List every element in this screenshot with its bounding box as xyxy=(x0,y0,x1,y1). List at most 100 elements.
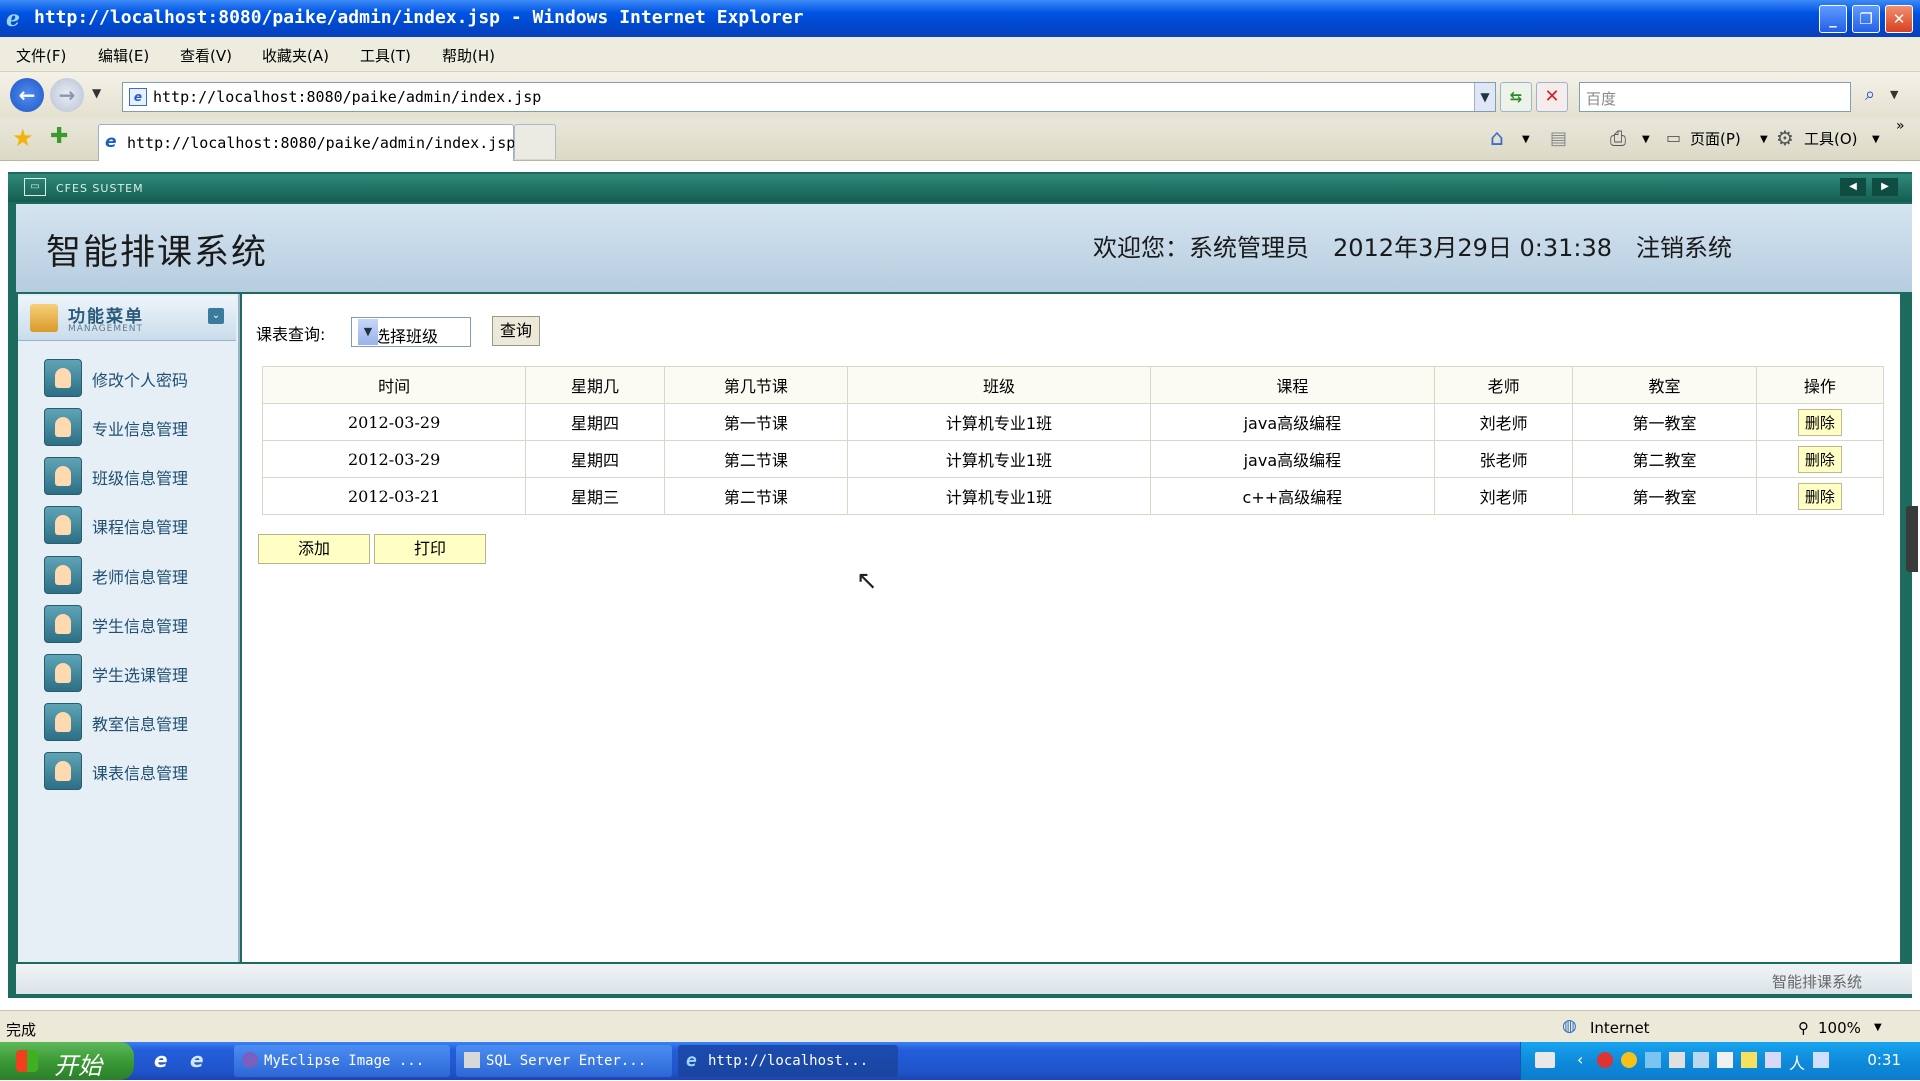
network-icon[interactable] xyxy=(1645,1052,1661,1068)
antivirus-icon[interactable] xyxy=(1597,1052,1613,1068)
cell-teacher: 刘老师 xyxy=(1433,403,1574,441)
ime-icon[interactable] xyxy=(1741,1052,1757,1068)
task-myeclipse[interactable]: MyEclipse Image ... xyxy=(234,1045,450,1077)
cell-time: 2012-03-29 xyxy=(261,440,527,478)
refresh-icon[interactable]: ⇆ xyxy=(1500,82,1532,112)
home-icon[interactable]: ⌂ xyxy=(1490,126,1504,151)
add-button[interactable]: 添加 xyxy=(258,534,370,564)
zoom-dropdown-icon[interactable]: ▼ xyxy=(1874,1022,1882,1033)
gear-icon: ⚙ xyxy=(1776,126,1794,150)
forward-button[interactable]: → xyxy=(50,78,84,112)
tools-menu[interactable]: 工具(O) xyxy=(1804,128,1858,149)
cell-classroom: 第一教室 xyxy=(1572,403,1757,441)
print-icon[interactable]: ⎙ xyxy=(1610,126,1626,150)
search-icon[interactable]: ⌕ xyxy=(1856,84,1884,110)
task-ie[interactable]: e http://localhost... xyxy=(678,1045,898,1077)
address-bar[interactable]: e http://localhost:8080/paike/admin/inde… xyxy=(122,82,1496,112)
minimize-button[interactable]: _ xyxy=(1819,5,1847,33)
print-button[interactable]: 打印 xyxy=(374,534,486,564)
address-dropdown-icon[interactable]: ▼ xyxy=(1474,83,1495,111)
cell-classroom: 第二教室 xyxy=(1572,440,1757,478)
cell-classroom: 第一教室 xyxy=(1572,477,1757,515)
frame-next-icon[interactable]: ▶ xyxy=(1872,178,1898,196)
sidebar-item-classroom[interactable]: 教室信息管理 xyxy=(44,703,234,741)
page-dropdown-icon[interactable]: ▼ xyxy=(1760,134,1768,145)
qq-icon[interactable] xyxy=(1621,1052,1637,1068)
page-menu[interactable]: 页面(P) xyxy=(1690,128,1741,149)
table-row: 2012-03-21 星期三 第二节课 计算机专业1班 c++高级编程 刘老师 … xyxy=(261,477,1885,515)
menu-favorites[interactable]: 收藏夹(A) xyxy=(262,45,329,66)
query-button[interactable]: 查询 xyxy=(492,316,540,346)
home-dropdown-icon[interactable]: ▼ xyxy=(1522,134,1530,145)
cell-action: 删除 xyxy=(1755,440,1885,478)
history-dropdown-icon[interactable]: ▼ xyxy=(92,86,101,100)
menu-view[interactable]: 查看(V) xyxy=(180,45,232,66)
menu-tools[interactable]: 工具(T) xyxy=(360,45,411,66)
notes-icon[interactable] xyxy=(1717,1052,1733,1068)
menu-edit[interactable]: 编辑(E) xyxy=(98,45,149,66)
print-dropdown-icon[interactable]: ▼ xyxy=(1642,134,1650,145)
sidebar-item-schedule[interactable]: 课表信息管理 xyxy=(44,752,234,790)
delete-button[interactable]: 删除 xyxy=(1797,482,1842,510)
person-icon[interactable]: 人 xyxy=(1789,1050,1805,1074)
sidebar-item-major[interactable]: 专业信息管理 xyxy=(44,408,234,446)
table-row: 2012-03-29 星期四 第一节课 计算机专业1班 java高级编程 刘老师… xyxy=(261,403,1885,441)
new-tab-button[interactable] xyxy=(514,124,556,159)
address-input[interactable]: http://localhost:8080/paike/admin/index.… xyxy=(153,88,541,106)
delete-button[interactable]: 删除 xyxy=(1797,445,1842,473)
schedule-table: 时间 星期几 第几节课 班级 课程 老师 教室 操作 2012-03-29 星期… xyxy=(261,366,1885,515)
collapse-icon[interactable]: ⌄ xyxy=(208,308,224,324)
search-options-icon[interactable]: ▼ xyxy=(1890,88,1898,101)
delete-button[interactable]: 删除 xyxy=(1797,408,1842,436)
sidebar-item-label: 学生选课管理 xyxy=(92,666,189,685)
quicklaunch-browser-icon[interactable]: e xyxy=(190,1048,204,1072)
zoom-icon[interactable]: ⚲ xyxy=(1798,1019,1809,1037)
display-icon[interactable] xyxy=(1693,1052,1709,1068)
restore-button[interactable]: ❐ xyxy=(1852,5,1880,33)
sidebar-header: 功能菜单 MANAGEMENT ⌄ xyxy=(18,296,236,341)
welcome-text: 欢迎您：系统管理员 2012年3月29日 0:31:38 注销系统 xyxy=(1093,234,1733,262)
close-button[interactable]: ✕ xyxy=(1885,5,1913,33)
bluetooth-icon[interactable] xyxy=(1765,1052,1781,1068)
menu-file[interactable]: 文件(F) xyxy=(16,45,66,66)
sidebar-item-course[interactable]: 课程信息管理 xyxy=(44,506,234,544)
shield-icon[interactable] xyxy=(1813,1052,1829,1068)
sidebar-item-course-selection[interactable]: 学生选课管理 xyxy=(44,654,234,692)
chevron-down-icon[interactable]: ▼ xyxy=(358,319,378,345)
side-scroll-handle[interactable] xyxy=(1906,506,1918,572)
start-button[interactable]: 开始 xyxy=(0,1042,134,1080)
search-box[interactable]: 百度 xyxy=(1579,82,1851,112)
sidebar-item-student[interactable]: 学生信息管理 xyxy=(44,605,234,643)
tools-dropdown-icon[interactable]: ▼ xyxy=(1872,134,1880,145)
sidebar-item-label: 修改个人密码 xyxy=(92,371,189,390)
task-sql-server[interactable]: SQL Server Enter... xyxy=(456,1045,672,1077)
search-input[interactable]: 百度 xyxy=(1586,88,1616,109)
sql-server-icon xyxy=(464,1052,480,1068)
user-icon xyxy=(44,457,82,495)
menu-help[interactable]: 帮助(H) xyxy=(442,45,495,66)
col-header-classroom: 教室 xyxy=(1572,366,1757,404)
frame-prev-icon[interactable]: ◀ xyxy=(1840,178,1866,196)
sidebar-item-teacher[interactable]: 老师信息管理 xyxy=(44,556,234,594)
sidebar-item-class[interactable]: 班级信息管理 xyxy=(44,457,234,495)
quicklaunch-ie-icon[interactable]: e xyxy=(154,1048,168,1072)
tray-expand-icon[interactable]: ‹ xyxy=(1577,1050,1583,1069)
class-select[interactable]: 请选择班级 ▼ xyxy=(351,317,471,347)
col-header-class: 班级 xyxy=(847,366,1151,404)
keyboard-icon[interactable] xyxy=(1535,1052,1555,1068)
page-icon: e xyxy=(129,88,147,106)
chevron-more-icon[interactable]: » xyxy=(1896,118,1905,134)
tab-title: http://localhost:8080/paike/admin/index.… xyxy=(127,134,516,152)
status-zoom[interactable]: 100% xyxy=(1818,1019,1861,1037)
stop-icon[interactable]: ✕ xyxy=(1536,82,1568,112)
sidebar-item-change-password[interactable]: 修改个人密码 xyxy=(44,359,234,397)
back-button[interactable]: ← xyxy=(10,78,44,112)
cell-action: 删除 xyxy=(1755,477,1885,515)
favorites-star-icon[interactable]: ★ xyxy=(12,124,34,152)
add-favorite-icon[interactable]: ✚ xyxy=(50,124,68,149)
tab-current[interactable]: e http://localhost:8080/paike/admin/inde… xyxy=(98,124,516,161)
feeds-icon[interactable]: ▤ xyxy=(1550,128,1567,149)
volume-icon[interactable] xyxy=(1669,1052,1685,1068)
cell-course: c++高级编程 xyxy=(1149,477,1435,515)
clock[interactable]: 0:31 xyxy=(1867,1051,1901,1069)
